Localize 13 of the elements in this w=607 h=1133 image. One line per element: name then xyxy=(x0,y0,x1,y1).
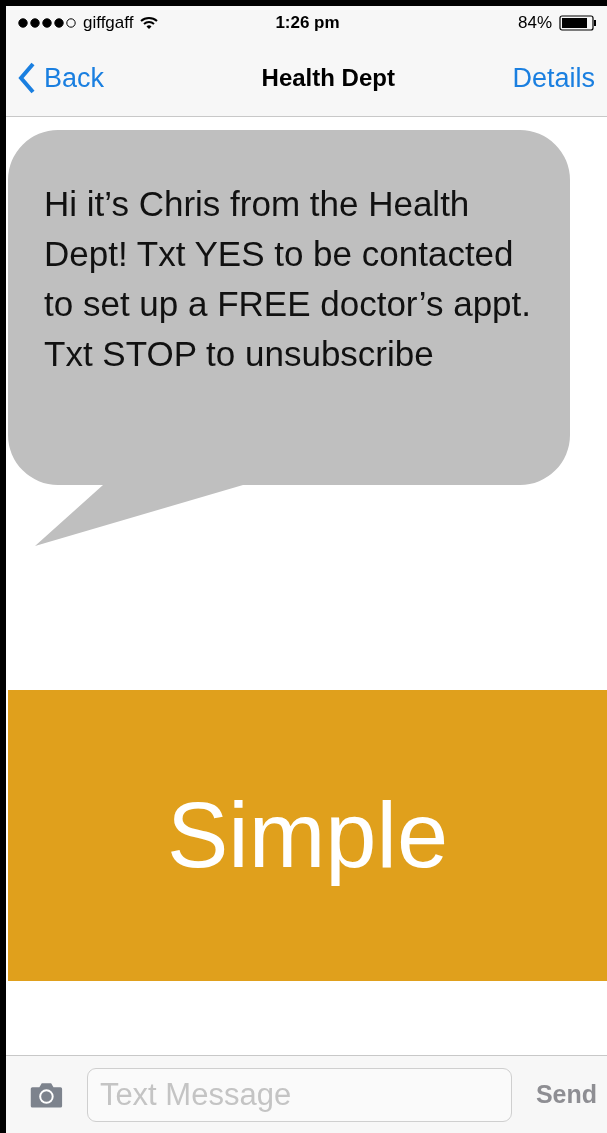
details-link[interactable]: Details xyxy=(512,62,595,94)
battery-icon xyxy=(559,15,597,31)
signal-strength-icon xyxy=(18,18,76,28)
message-text: Hi it’s Chris from the Health Dept! Txt YES to be contacted to set up a FREE doctor’s appt. Txt STOP to unsubscribe xyxy=(44,183,533,375)
chevron-left-icon xyxy=(18,62,36,94)
conversation-title: Health Dept xyxy=(261,64,395,92)
status-time: 1:26 pm xyxy=(275,13,340,33)
banner-text: Simple xyxy=(166,783,449,888)
send-button[interactable]: Send xyxy=(535,1080,597,1109)
carrier-name: giffgaff xyxy=(83,13,134,33)
back-button[interactable]: Back xyxy=(18,62,105,94)
battery-percentage: 84% xyxy=(517,13,552,33)
wifi-icon xyxy=(140,16,159,30)
